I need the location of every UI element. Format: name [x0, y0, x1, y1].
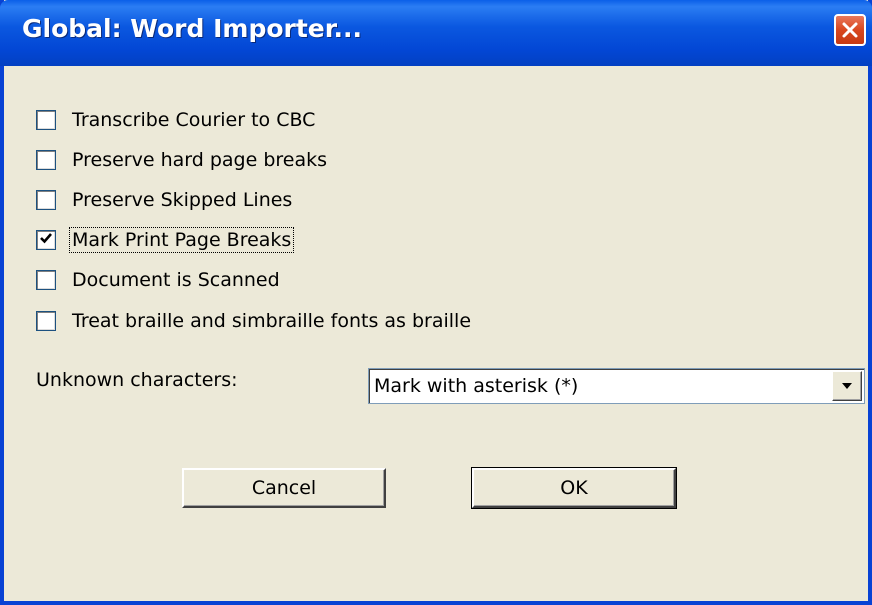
- option-treat-braille-fonts[interactable]: Treat braille and simbraille fonts as br…: [36, 308, 473, 334]
- option-label: Treat braille and simbraille fonts as br…: [72, 310, 472, 332]
- selected-value: Mark with asterisk (*): [374, 375, 579, 397]
- option-document-is-scanned[interactable]: Document is Scanned: [36, 267, 282, 293]
- option-preserve-skipped-lines[interactable]: Preserve Skipped Lines: [36, 187, 294, 213]
- option-transcribe-courier[interactable]: Transcribe Courier to CBC: [36, 107, 317, 133]
- dropdown-button[interactable]: [832, 371, 862, 401]
- title-bar[interactable]: Global: Word Importer...: [0, 0, 872, 66]
- option-label: Document is Scanned: [72, 269, 280, 291]
- checkbox-checked[interactable]: [36, 230, 56, 250]
- option-label: Preserve Skipped Lines: [72, 189, 293, 211]
- unknown-characters-label: Unknown characters:: [36, 369, 238, 391]
- checkbox[interactable]: [36, 150, 56, 170]
- option-label: Transcribe Courier to CBC: [72, 109, 316, 131]
- checkbox[interactable]: [36, 270, 56, 290]
- close-icon: [841, 21, 859, 39]
- checkmark-icon: [39, 231, 53, 250]
- option-label: Mark Print Page Breaks: [68, 227, 295, 253]
- word-importer-dialog: Global: Word Importer... Transcribe Cour…: [0, 0, 872, 605]
- option-preserve-hard-page-breaks[interactable]: Preserve hard page breaks: [36, 147, 329, 173]
- cancel-button[interactable]: Cancel: [182, 468, 386, 508]
- option-label: Preserve hard page breaks: [72, 149, 328, 171]
- ok-button[interactable]: OK: [471, 467, 677, 509]
- checkbox[interactable]: [36, 110, 56, 130]
- close-button[interactable]: [834, 14, 866, 46]
- option-mark-print-page-breaks[interactable]: Mark Print Page Breaks: [36, 227, 295, 253]
- dropdown-arrow-icon: [841, 377, 853, 395]
- dialog-title: Global: Word Importer...: [22, 14, 363, 43]
- checkbox[interactable]: [36, 311, 56, 331]
- checkbox[interactable]: [36, 190, 56, 210]
- unknown-characters-select[interactable]: Mark with asterisk (*): [368, 368, 865, 404]
